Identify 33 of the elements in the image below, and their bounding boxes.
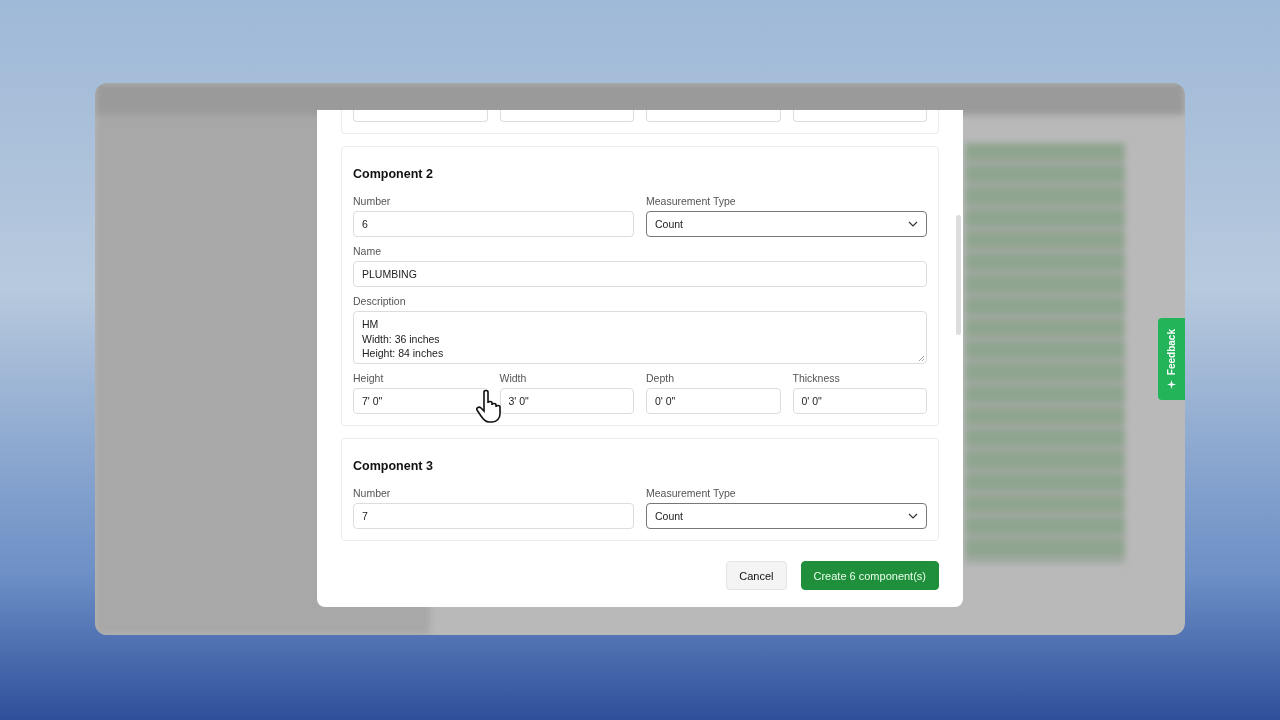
input-field[interactable]	[646, 110, 781, 122]
textarea-field[interactable]: HM Width: 36 inches Height: 84 inches	[353, 311, 927, 364]
field-label: Measurement Type	[646, 487, 737, 499]
input-field[interactable]: 0' 0"	[646, 388, 781, 414]
field-label: Description	[353, 295, 407, 307]
input-field[interactable]: 6	[353, 211, 634, 237]
field-label: Name	[353, 245, 382, 257]
field-label: Number	[353, 487, 392, 499]
field-label: Depth	[646, 372, 676, 384]
input-field[interactable]: PLUMBING	[353, 261, 927, 287]
field-label: Thickness	[792, 372, 841, 384]
input-field[interactable]	[792, 110, 927, 122]
field-label: Measurement Type	[646, 195, 737, 207]
field-label: Number	[353, 195, 392, 207]
scrollbar[interactable]	[956, 215, 961, 335]
field-label: Height	[353, 372, 385, 384]
create-button[interactable]: Create 6 component(s)	[800, 561, 939, 590]
input-field[interactable]: 7	[353, 503, 634, 529]
select-field[interactable]: Count	[646, 503, 927, 529]
chevron-down-icon	[908, 513, 918, 519]
sparkle-icon	[1167, 380, 1176, 390]
chevron-down-icon	[908, 221, 918, 227]
select-field[interactable]: Count	[646, 211, 927, 237]
hand-cursor-icon	[476, 389, 504, 423]
cancel-button[interactable]: Cancel	[726, 561, 787, 590]
component-title: Component 3	[353, 458, 434, 475]
component-title: Component 2	[353, 166, 434, 183]
input-field[interactable]	[353, 110, 488, 122]
field-label: Width	[499, 372, 528, 384]
input-field[interactable]	[499, 110, 634, 122]
resize-handle-icon[interactable]	[918, 355, 924, 361]
input-field[interactable]: 0' 0"	[792, 388, 927, 414]
input-field[interactable]: 3' 0"	[499, 388, 634, 414]
